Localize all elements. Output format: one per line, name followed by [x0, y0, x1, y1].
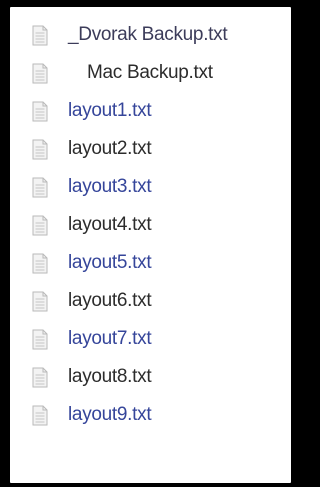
text-file-icon	[32, 405, 48, 426]
file-list-panel: _Dvorak Backup.txt Mac Backup.txt layout…	[10, 7, 291, 483]
file-name: layout4.txt	[68, 214, 152, 235]
file-name: layout8.txt	[68, 366, 152, 387]
text-file-icon	[32, 367, 48, 388]
file-name: _Dvorak Backup.txt	[68, 24, 228, 45]
file-item[interactable]: Mac Backup.txt	[10, 55, 291, 93]
file-name: layout3.txt	[68, 176, 152, 197]
file-item[interactable]: layout4.txt	[10, 207, 291, 245]
text-file-icon	[32, 139, 48, 160]
text-file-icon	[32, 25, 48, 46]
file-name: layout7.txt	[68, 328, 152, 349]
text-file-icon	[32, 215, 48, 236]
file-name: layout6.txt	[68, 290, 152, 311]
file-name: layout2.txt	[68, 138, 152, 159]
file-item[interactable]: layout9.txt	[10, 397, 291, 435]
file-item[interactable]: layout1.txt	[10, 93, 291, 131]
file-item[interactable]: layout2.txt	[10, 131, 291, 169]
text-file-icon	[32, 253, 48, 274]
file-item[interactable]: layout6.txt	[10, 283, 291, 321]
text-file-icon	[32, 329, 48, 350]
text-file-icon	[32, 177, 48, 198]
text-file-icon	[32, 63, 48, 84]
text-file-icon	[32, 101, 48, 122]
file-name: layout5.txt	[68, 252, 152, 273]
file-item[interactable]: layout3.txt	[10, 169, 291, 207]
file-name: layout1.txt	[68, 100, 152, 121]
file-item[interactable]: layout5.txt	[10, 245, 291, 283]
file-item[interactable]: _Dvorak Backup.txt	[10, 17, 291, 55]
file-name: layout9.txt	[68, 404, 152, 425]
file-item[interactable]: layout8.txt	[10, 359, 291, 397]
text-file-icon	[32, 291, 48, 312]
file-item[interactable]: layout7.txt	[10, 321, 291, 359]
file-name: Mac Backup.txt	[87, 62, 213, 83]
